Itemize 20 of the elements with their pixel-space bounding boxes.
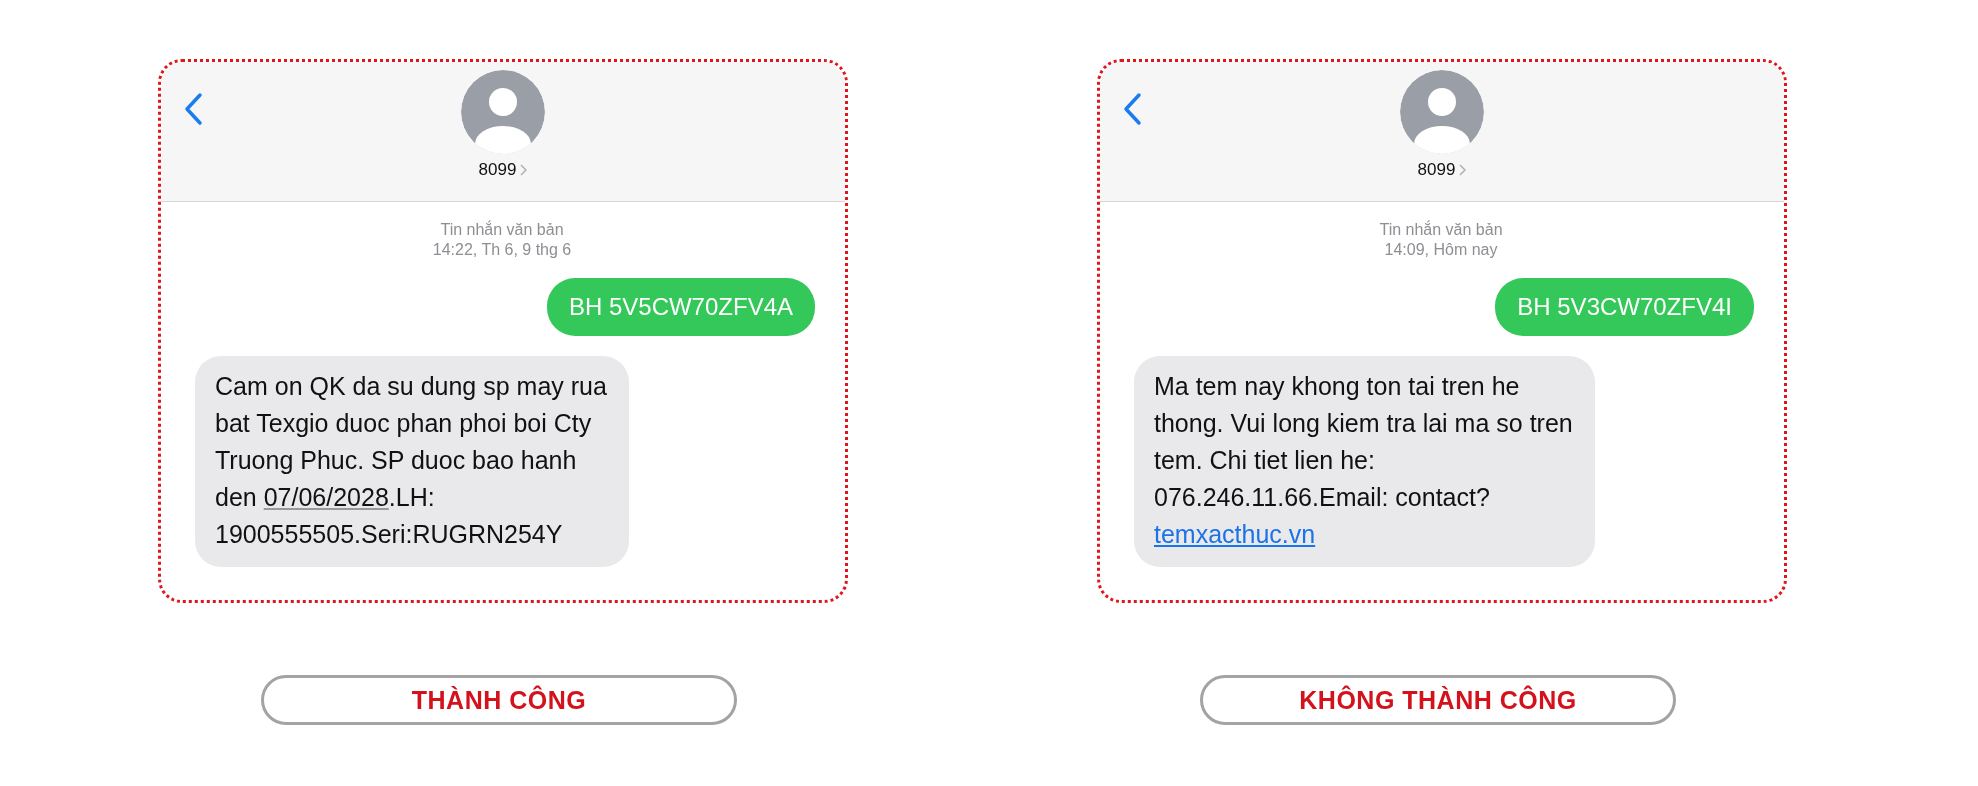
chevron-icon: [520, 164, 528, 176]
date-link[interactable]: 07/06/2028: [263, 483, 389, 511]
sent-message: BH 5V5CW70ZFV4A: [546, 278, 815, 336]
chevron-icon: [1459, 164, 1467, 176]
result-label: KHÔNG THÀNH CÔNG: [1200, 675, 1676, 725]
message-time: 14:09, Hôm nay: [1384, 240, 1498, 260]
contact-name[interactable]: 8099: [1417, 160, 1456, 180]
back-icon[interactable]: [183, 92, 203, 126]
contact-name[interactable]: 8099: [478, 160, 517, 180]
message-time: 14:22, Th 6, 9 thg 6: [432, 240, 572, 260]
received-message: Cam on QK da su dung sp may rua bat Texgio duoc phan phoi boi Cty Truong Phuc. SP duoc bao hanh den 07/06/2028.LH: 1900555505.Seri:RUGRN254Y: [195, 356, 629, 567]
message-type: Tin nhắn văn bản: [1379, 220, 1503, 240]
avatar-icon: [461, 70, 545, 154]
received-message: Ma tem nay khong ton tai tren he thong. Vui long kiem tra lai ma so tren tem. Chi tiet lien he: 076.246.11.66.Email: contact? temxacthuc.vn: [1134, 356, 1595, 567]
message-type: Tin nhắn văn bản: [440, 220, 564, 240]
website-link[interactable]: temxacthuc.vn: [1154, 520, 1316, 548]
sent-message: BH 5V3CW70ZFV4I: [1495, 278, 1754, 336]
result-label: THÀNH CÔNG: [261, 675, 737, 725]
back-icon[interactable]: [1122, 92, 1142, 126]
avatar-icon: [1400, 70, 1484, 154]
